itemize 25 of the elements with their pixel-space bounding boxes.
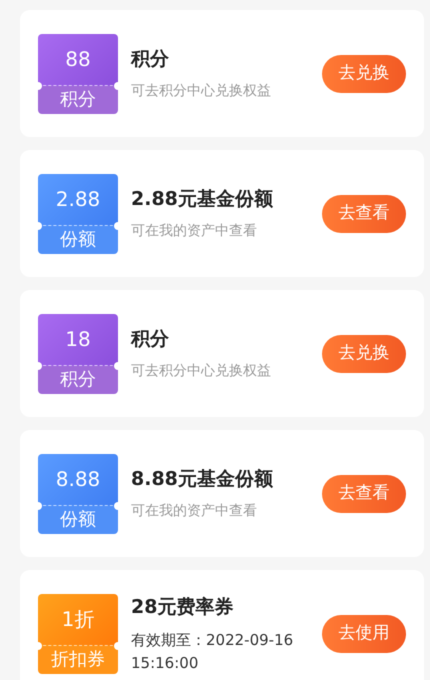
badge-value: 2.88: [38, 174, 118, 226]
reward-subtitle: 可在我的资产中查看: [131, 502, 258, 522]
badge-unit: 份额: [38, 506, 118, 534]
action-button[interactable]: 去兑换: [322, 334, 406, 372]
reward-title: 积分: [131, 46, 170, 72]
badge-value: 88: [38, 34, 118, 86]
action-button[interactable]: 去兑换: [322, 54, 406, 92]
action-button[interactable]: 去使用: [322, 614, 406, 652]
reward-subtitle: 可在我的资产中查看: [131, 222, 258, 242]
reward-title: 28元费率券: [131, 594, 234, 620]
reward-title: 2.88元基金份额: [131, 186, 274, 212]
reward-subtitle: 有效期至：2022-09-16 15:16:00: [131, 630, 294, 674]
badge-unit: 份额: [38, 226, 118, 254]
reward-title: 8.88元基金份额: [131, 466, 274, 492]
action-button[interactable]: 去查看: [322, 194, 406, 232]
reward-title: 积分: [131, 326, 170, 352]
action-button[interactable]: 去查看: [322, 474, 406, 512]
badge-value: 1折: [38, 594, 118, 646]
reward-subtitle: 可去积分中心兑换权益: [131, 82, 272, 102]
badge-unit: 积分: [38, 86, 118, 114]
badge-unit: 折扣券: [38, 646, 118, 674]
reward-subtitle: 可去积分中心兑换权益: [131, 362, 272, 382]
badge-unit: 积分: [38, 366, 118, 394]
badge-value: 8.88: [38, 454, 118, 506]
badge-value: 18: [38, 314, 118, 366]
